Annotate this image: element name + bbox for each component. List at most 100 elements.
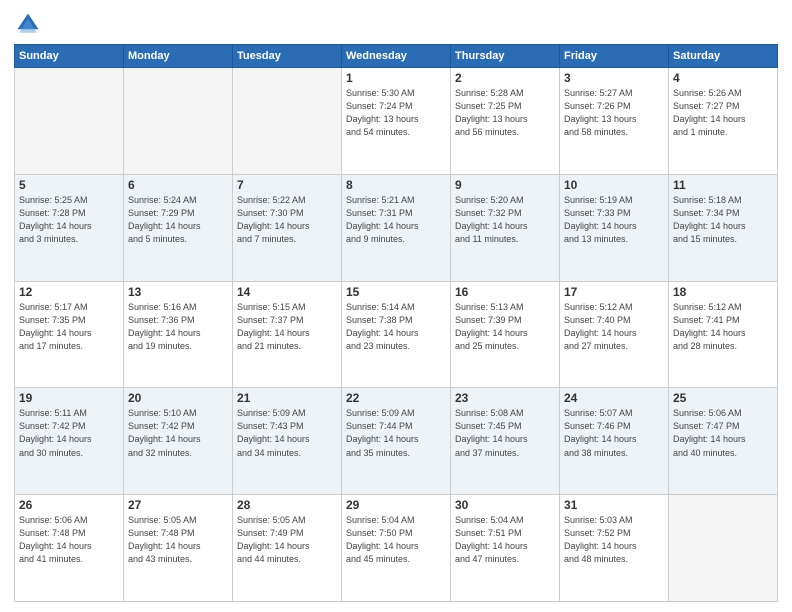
day-number: 10 xyxy=(564,178,664,192)
weekday-header-monday: Monday xyxy=(124,45,233,68)
calendar-cell xyxy=(15,68,124,175)
calendar-cell: 23 Sunrise: 5:08 AM Sunset: 7:45 PM Dayli… xyxy=(451,388,560,495)
day-number: 29 xyxy=(346,498,446,512)
calendar-cell: 29 Sunrise: 5:04 AM Sunset: 7:50 PM Dayli… xyxy=(342,495,451,602)
day-info: Sunrise: 5:12 AM Sunset: 7:41 PM Dayligh… xyxy=(673,301,773,353)
calendar-cell xyxy=(233,68,342,175)
day-info: Sunrise: 5:15 AM Sunset: 7:37 PM Dayligh… xyxy=(237,301,337,353)
weekday-header-friday: Friday xyxy=(560,45,669,68)
day-number: 22 xyxy=(346,391,446,405)
calendar-cell: 3 Sunrise: 5:27 AM Sunset: 7:26 PM Daylig… xyxy=(560,68,669,175)
header xyxy=(14,10,778,38)
calendar-cell: 30Sunrise: 5:04 AM Sunset: 7:51 PM Dayli… xyxy=(451,495,560,602)
day-number: 23 xyxy=(455,391,555,405)
calendar-cell: 31 Sunrise: 5:03 AM Sunset: 7:52 PM Dayli… xyxy=(560,495,669,602)
day-info: Sunrise: 5:06 AM Sunset: 7:48 PM Dayligh… xyxy=(19,514,119,566)
day-info: Sunrise: 5:03 AM Sunset: 7:52 PM Dayligh… xyxy=(564,514,664,566)
calendar-cell: 21 Sunrise: 5:09 AM Sunset: 7:43 PM Dayli… xyxy=(233,388,342,495)
weekday-header-row: SundayMondayTuesdayWednesdayThursdayFrid… xyxy=(15,45,778,68)
day-info: Sunrise: 5:25 AM Sunset: 7:28 PM Dayligh… xyxy=(19,194,119,246)
day-number: 19 xyxy=(19,391,119,405)
day-number: 20 xyxy=(128,391,228,405)
weekday-header-thursday: Thursday xyxy=(451,45,560,68)
week-row-5: 26 Sunrise: 5:06 AM Sunset: 7:48 PM Dayli… xyxy=(15,495,778,602)
day-number: 26 xyxy=(19,498,119,512)
calendar-cell: 5 Sunrise: 5:25 AM Sunset: 7:28 PM Daylig… xyxy=(15,174,124,281)
week-row-1: 1 Sunrise: 5:30 AM Sunset: 7:24 PM Daylig… xyxy=(15,68,778,175)
calendar-cell: 24Sunrise: 5:07 AM Sunset: 7:46 PM Dayli… xyxy=(560,388,669,495)
calendar-cell: 25 Sunrise: 5:06 AM Sunset: 7:47 PM Dayli… xyxy=(669,388,778,495)
day-number: 3 xyxy=(564,71,664,85)
day-info: Sunrise: 5:04 AM Sunset: 7:50 PM Dayligh… xyxy=(346,514,446,566)
day-number: 1 xyxy=(346,71,446,85)
calendar-cell: 7 Sunrise: 5:22 AM Sunset: 7:30 PM Daylig… xyxy=(233,174,342,281)
calendar-cell: 9 Sunrise: 5:20 AM Sunset: 7:32 PM Daylig… xyxy=(451,174,560,281)
day-number: 5 xyxy=(19,178,119,192)
weekday-header-wednesday: Wednesday xyxy=(342,45,451,68)
calendar-cell: 14Sunrise: 5:15 AM Sunset: 7:37 PM Dayli… xyxy=(233,281,342,388)
day-info: Sunrise: 5:11 AM Sunset: 7:42 PM Dayligh… xyxy=(19,407,119,459)
calendar-cell: 26 Sunrise: 5:06 AM Sunset: 7:48 PM Dayli… xyxy=(15,495,124,602)
calendar-cell: 2 Sunrise: 5:28 AM Sunset: 7:25 PM Daylig… xyxy=(451,68,560,175)
calendar-cell: 28Sunrise: 5:05 AM Sunset: 7:49 PM Dayli… xyxy=(233,495,342,602)
day-number: 21 xyxy=(237,391,337,405)
day-info: Sunrise: 5:20 AM Sunset: 7:32 PM Dayligh… xyxy=(455,194,555,246)
week-row-2: 5 Sunrise: 5:25 AM Sunset: 7:28 PM Daylig… xyxy=(15,174,778,281)
day-number: 12 xyxy=(19,285,119,299)
calendar-cell: 20Sunrise: 5:10 AM Sunset: 7:42 PM Dayli… xyxy=(124,388,233,495)
calendar-cell: 18 Sunrise: 5:12 AM Sunset: 7:41 PM Dayli… xyxy=(669,281,778,388)
day-info: Sunrise: 5:27 AM Sunset: 7:26 PM Dayligh… xyxy=(564,87,664,139)
day-info: Sunrise: 5:12 AM Sunset: 7:40 PM Dayligh… xyxy=(564,301,664,353)
day-info: Sunrise: 5:13 AM Sunset: 7:39 PM Dayligh… xyxy=(455,301,555,353)
calendar-table: SundayMondayTuesdayWednesdayThursdayFrid… xyxy=(14,44,778,602)
week-row-3: 12 Sunrise: 5:17 AM Sunset: 7:35 PM Dayli… xyxy=(15,281,778,388)
day-info: Sunrise: 5:28 AM Sunset: 7:25 PM Dayligh… xyxy=(455,87,555,139)
day-info: Sunrise: 5:06 AM Sunset: 7:47 PM Dayligh… xyxy=(673,407,773,459)
day-info: Sunrise: 5:16 AM Sunset: 7:36 PM Dayligh… xyxy=(128,301,228,353)
calendar-cell: 17 Sunrise: 5:12 AM Sunset: 7:40 PM Dayli… xyxy=(560,281,669,388)
calendar-cell: 1 Sunrise: 5:30 AM Sunset: 7:24 PM Daylig… xyxy=(342,68,451,175)
day-info: Sunrise: 5:07 AM Sunset: 7:46 PM Dayligh… xyxy=(564,407,664,459)
day-number: 25 xyxy=(673,391,773,405)
day-info: Sunrise: 5:08 AM Sunset: 7:45 PM Dayligh… xyxy=(455,407,555,459)
calendar-cell: 11 Sunrise: 5:18 AM Sunset: 7:34 PM Dayli… xyxy=(669,174,778,281)
day-number: 16 xyxy=(455,285,555,299)
day-number: 17 xyxy=(564,285,664,299)
day-info: Sunrise: 5:26 AM Sunset: 7:27 PM Dayligh… xyxy=(673,87,773,139)
weekday-header-tuesday: Tuesday xyxy=(233,45,342,68)
page: SundayMondayTuesdayWednesdayThursdayFrid… xyxy=(0,0,792,612)
day-number: 4 xyxy=(673,71,773,85)
day-info: Sunrise: 5:18 AM Sunset: 7:34 PM Dayligh… xyxy=(673,194,773,246)
calendar-cell: 6Sunrise: 5:24 AM Sunset: 7:29 PM Daylig… xyxy=(124,174,233,281)
calendar-cell: 8 Sunrise: 5:21 AM Sunset: 7:31 PM Daylig… xyxy=(342,174,451,281)
calendar-cell: 12 Sunrise: 5:17 AM Sunset: 7:35 PM Dayli… xyxy=(15,281,124,388)
day-number: 2 xyxy=(455,71,555,85)
day-number: 18 xyxy=(673,285,773,299)
day-number: 31 xyxy=(564,498,664,512)
day-info: Sunrise: 5:22 AM Sunset: 7:30 PM Dayligh… xyxy=(237,194,337,246)
logo xyxy=(14,10,46,38)
calendar-cell: 22 Sunrise: 5:09 AM Sunset: 7:44 PM Dayli… xyxy=(342,388,451,495)
day-info: Sunrise: 5:14 AM Sunset: 7:38 PM Dayligh… xyxy=(346,301,446,353)
day-number: 9 xyxy=(455,178,555,192)
day-number: 15 xyxy=(346,285,446,299)
day-number: 27 xyxy=(128,498,228,512)
day-number: 30 xyxy=(455,498,555,512)
day-number: 8 xyxy=(346,178,446,192)
calendar-cell: 10 Sunrise: 5:19 AM Sunset: 7:33 PM Dayli… xyxy=(560,174,669,281)
day-number: 7 xyxy=(237,178,337,192)
day-info: Sunrise: 5:21 AM Sunset: 7:31 PM Dayligh… xyxy=(346,194,446,246)
day-number: 13 xyxy=(128,285,228,299)
week-row-4: 19 Sunrise: 5:11 AM Sunset: 7:42 PM Dayli… xyxy=(15,388,778,495)
day-info: Sunrise: 5:09 AM Sunset: 7:44 PM Dayligh… xyxy=(346,407,446,459)
calendar-cell xyxy=(669,495,778,602)
day-info: Sunrise: 5:17 AM Sunset: 7:35 PM Dayligh… xyxy=(19,301,119,353)
day-info: Sunrise: 5:09 AM Sunset: 7:43 PM Dayligh… xyxy=(237,407,337,459)
day-info: Sunrise: 5:19 AM Sunset: 7:33 PM Dayligh… xyxy=(564,194,664,246)
day-info: Sunrise: 5:30 AM Sunset: 7:24 PM Dayligh… xyxy=(346,87,446,139)
calendar-cell: 13 Sunrise: 5:16 AM Sunset: 7:36 PM Dayli… xyxy=(124,281,233,388)
calendar-cell: 16 Sunrise: 5:13 AM Sunset: 7:39 PM Dayli… xyxy=(451,281,560,388)
day-number: 11 xyxy=(673,178,773,192)
day-number: 6 xyxy=(128,178,228,192)
day-info: Sunrise: 5:05 AM Sunset: 7:48 PM Dayligh… xyxy=(128,514,228,566)
